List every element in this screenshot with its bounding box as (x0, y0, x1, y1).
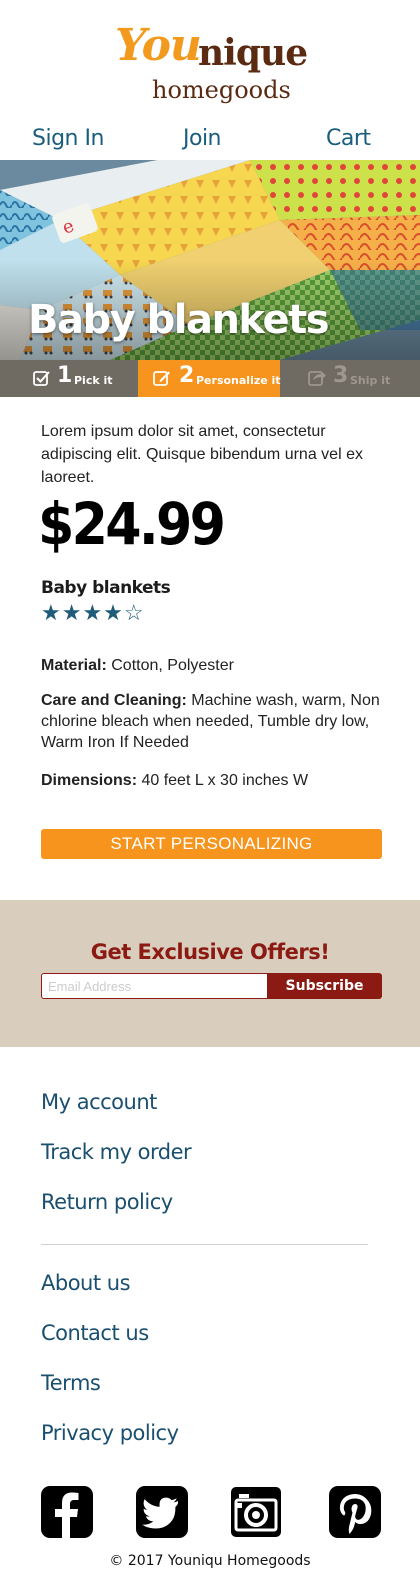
nav-cart[interactable]: Cart (326, 126, 371, 151)
edit-icon (153, 371, 170, 386)
step-ship-number: 3 (333, 363, 349, 388)
step-ship[interactable]: 3 Ship it (280, 360, 420, 397)
step-pick[interactable]: 1 Pick it (0, 360, 138, 397)
spec-material-label: Material: (41, 657, 107, 674)
spec-dimensions-label: Dimensions: (41, 772, 138, 789)
product-description: Lorem ipsum dolor sit amet, consectetur … (41, 423, 363, 486)
top-nav: Sign In Join Cart (0, 126, 420, 158)
footer-link-terms[interactable]: Terms (41, 1371, 101, 1395)
product-name: Baby blankets (41, 578, 171, 598)
facebook-icon[interactable] (41, 1486, 93, 1538)
offers-heading: Get Exclusive Offers! (90, 940, 330, 964)
spec-material: Material: Cotton, Polyester (41, 655, 386, 676)
step-personalize-label: Personalize it (196, 374, 281, 387)
footer-link-contact-us[interactable]: Contact us (41, 1321, 149, 1345)
brand-logo[interactable]: You nique homegoods (0, 0, 420, 125)
checkbox-icon (33, 371, 50, 386)
footer-link-about-us[interactable]: About us (41, 1271, 131, 1295)
nav-join[interactable]: Join (183, 126, 222, 151)
camera-icon[interactable] (230, 1486, 282, 1538)
offers-section: Get Exclusive Offers! Subscribe (0, 900, 420, 1047)
step-personalize[interactable]: 2 Personalize it (138, 360, 281, 397)
product-price: $24.99 (38, 490, 226, 558)
footer-divider (41, 1244, 368, 1245)
spec-dimensions-value: 40 feet L x 30 inches W (141, 772, 309, 789)
brand-logo-part1: You (115, 20, 202, 71)
footer-link-privacy-policy[interactable]: Privacy policy (41, 1421, 179, 1445)
brand-logo-part2: nique (198, 32, 308, 74)
footer-link-return-policy[interactable]: Return policy (41, 1190, 173, 1214)
share-icon (308, 371, 326, 386)
spec-dimensions: Dimensions: 40 feet L x 30 inches W (41, 770, 386, 791)
subscribe-button[interactable]: Subscribe (267, 973, 382, 999)
hero-banner: e Baby blankets (0, 160, 420, 360)
copyright: © 2017 Youniqu Homegoods (109, 1553, 311, 1569)
nav-sign-in[interactable]: Sign In (32, 126, 104, 151)
brand-logo-part3: homegoods (152, 76, 291, 104)
spec-care: Care and Cleaning: Machine wash, warm, N… (41, 690, 386, 753)
step-indicator: 1 Pick it 2 Personalize it 3 Ship it (0, 360, 420, 397)
pinterest-icon[interactable] (329, 1486, 381, 1538)
footer-link-my-account[interactable]: My account (41, 1090, 157, 1114)
step-ship-label: Ship it (350, 374, 391, 387)
step-pick-number: 1 (57, 363, 73, 388)
product-rating-stars: ★★★★☆ (41, 600, 145, 625)
hero-title: Baby blankets (28, 297, 330, 343)
spec-material-value: Cotton, Polyester (111, 657, 234, 674)
step-personalize-number: 2 (179, 363, 195, 388)
step-pick-label: Pick it (74, 374, 113, 387)
start-personalizing-button[interactable]: START PERSONALIZING (41, 829, 382, 859)
footer-link-track-order[interactable]: Track my order (41, 1140, 192, 1164)
spec-care-label: Care and Cleaning: (41, 692, 187, 709)
email-input[interactable] (41, 973, 267, 999)
twitter-icon[interactable] (136, 1486, 188, 1538)
